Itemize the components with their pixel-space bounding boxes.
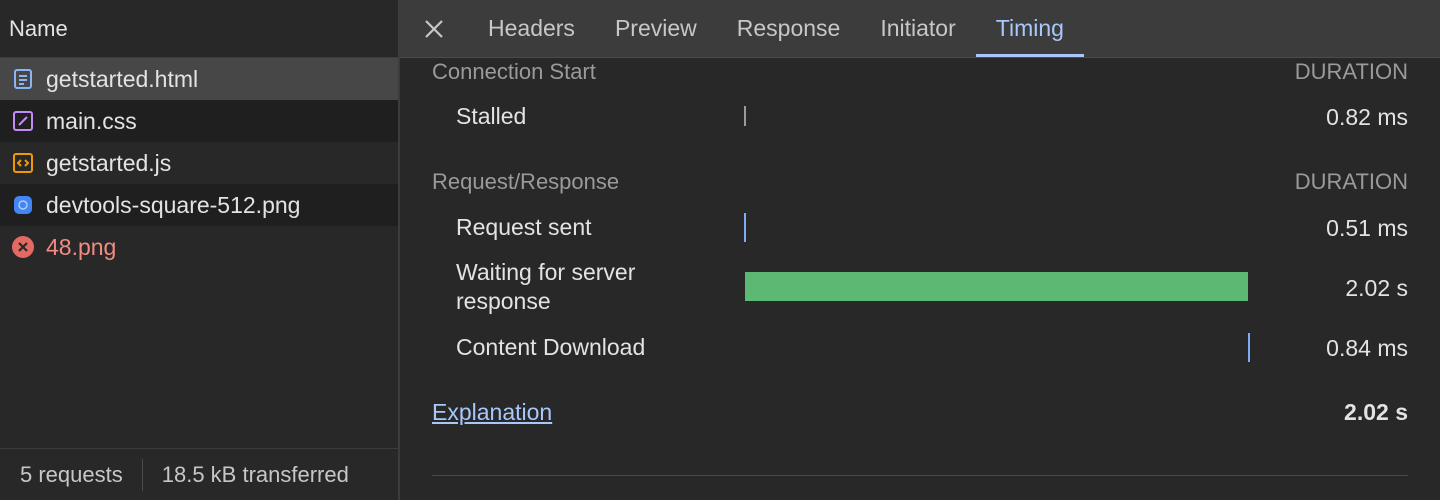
duration-header: DURATION xyxy=(1294,59,1408,84)
request-row-getstarted-js[interactable]: getstarted.js xyxy=(0,142,398,184)
request-sent-marker xyxy=(744,213,746,242)
timing-content: Connection Start DURATION Stalled 0.82 m… xyxy=(432,58,1408,500)
waiting-bar xyxy=(745,272,1248,301)
stylesheet-icon xyxy=(11,109,35,133)
stalled-duration: 0.82 ms xyxy=(1326,104,1408,130)
request-name: 48.png xyxy=(46,233,117,260)
request-row-devtools-png[interactable]: devtools-square-512.png xyxy=(0,184,398,226)
request-row-getstarted-html[interactable]: getstarted.html xyxy=(0,58,398,100)
duration-header: DURATION xyxy=(1294,169,1408,194)
request-details-panel: Headers Preview Response Initiator Timin… xyxy=(400,0,1440,500)
request-name: devtools-square-512.png xyxy=(46,191,301,218)
waiting-label: Waiting for server response xyxy=(456,259,636,314)
request-name: getstarted.html xyxy=(46,65,199,92)
content-download-marker xyxy=(1248,333,1250,362)
total-duration: 2.02 s xyxy=(1344,399,1408,425)
document-icon xyxy=(11,67,35,91)
request-sent-duration: 0.51 ms xyxy=(1326,215,1408,241)
waiting-duration: 2.02 s xyxy=(1345,275,1408,301)
stalled-marker xyxy=(744,106,746,126)
request-list-panel: Name getstarted.html main.css getstarted… xyxy=(0,0,400,500)
section-divider xyxy=(432,475,1408,476)
explanation-link[interactable]: Explanation xyxy=(432,399,552,426)
request-row-48-png[interactable]: 48.png xyxy=(0,226,398,268)
image-icon xyxy=(11,193,35,217)
request-name: getstarted.js xyxy=(46,149,172,176)
tab-response[interactable]: Response xyxy=(717,0,861,57)
name-column-label: Name xyxy=(9,15,68,41)
error-icon xyxy=(11,235,35,259)
content-download-duration: 0.84 ms xyxy=(1326,335,1408,361)
request-name: main.css xyxy=(46,107,137,134)
connection-start-label: Connection Start xyxy=(432,59,596,84)
tab-initiator[interactable]: Initiator xyxy=(860,0,975,57)
request-row-main-css[interactable]: main.css xyxy=(0,100,398,142)
script-icon xyxy=(11,151,35,175)
stalled-label: Stalled xyxy=(456,103,527,129)
tab-headers[interactable]: Headers xyxy=(468,0,595,57)
status-bar: 5 requests 18.5 kB transferred xyxy=(0,448,398,500)
content-download-label: Content Download xyxy=(456,334,646,360)
request-response-label: Request/Response xyxy=(432,169,620,194)
name-column-header[interactable]: Name xyxy=(0,0,398,58)
tab-preview[interactable]: Preview xyxy=(595,0,717,57)
close-icon[interactable] xyxy=(400,0,468,57)
request-count: 5 requests xyxy=(20,461,123,487)
transferred-size: 18.5 kB transferred xyxy=(161,461,349,487)
request-sent-label: Request sent xyxy=(456,214,592,240)
details-tab-bar: Headers Preview Response Initiator Timin… xyxy=(400,0,1440,58)
tab-timing[interactable]: Timing xyxy=(975,0,1085,57)
